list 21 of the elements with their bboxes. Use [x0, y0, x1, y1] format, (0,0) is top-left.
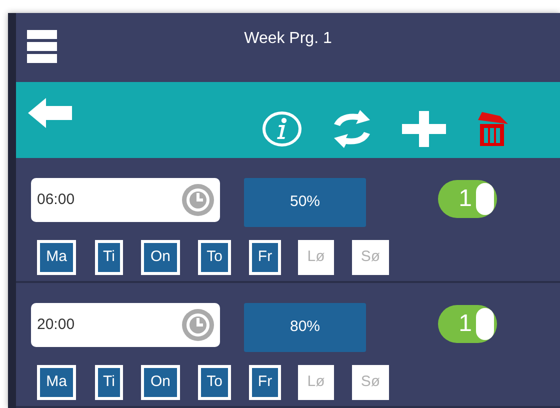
day-toggle[interactable]: To — [198, 365, 231, 400]
day-toggle[interactable]: Ti — [95, 365, 123, 400]
day-toggle[interactable]: On — [141, 240, 180, 275]
clock-icon[interactable] — [182, 184, 214, 216]
info-icon[interactable] — [262, 111, 302, 147]
day-toggle[interactable]: Fr — [249, 365, 281, 400]
day-toggle[interactable]: On — [141, 365, 180, 400]
time-field[interactable]: 06:00 — [31, 178, 220, 222]
add-icon[interactable] — [402, 111, 446, 147]
clock-icon[interactable] — [182, 309, 214, 341]
power-level-button[interactable]: 50% — [244, 178, 366, 227]
back-arrow-icon[interactable] — [26, 96, 74, 130]
day-toggle[interactable]: Ti — [95, 240, 123, 275]
day-toggle[interactable]: Ma — [37, 365, 76, 400]
menu-icon[interactable] — [27, 30, 57, 63]
day-toggle[interactable]: Ma — [37, 240, 76, 275]
day-toggle[interactable]: Fr — [249, 240, 281, 275]
power-level-button[interactable]: 80% — [244, 303, 366, 352]
screen-title: Week Prg. 1 — [244, 29, 332, 49]
time-field[interactable]: 20:00 — [31, 303, 220, 347]
day-toggle[interactable]: To — [198, 240, 231, 275]
